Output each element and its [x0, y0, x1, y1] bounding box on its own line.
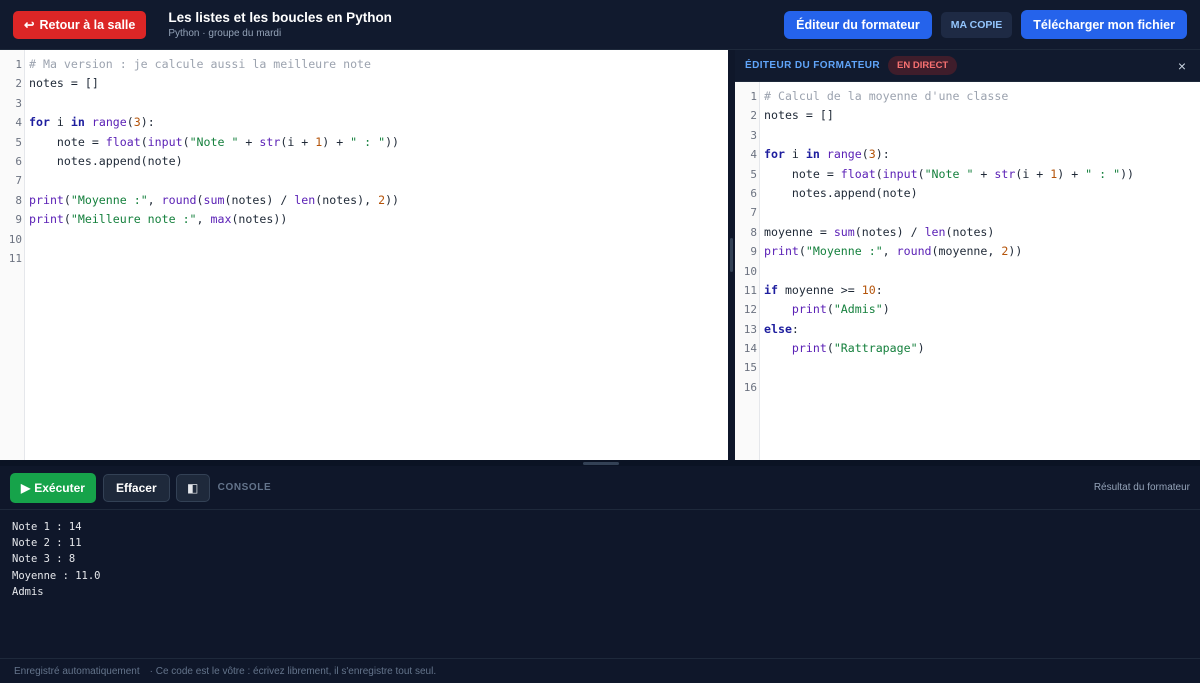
trainer-editor-button[interactable]: Éditeur du formateur	[784, 10, 932, 39]
student-code-editor[interactable]: 1 # Ma version : je calcule aussi la meil…	[0, 50, 728, 460]
code-line[interactable]: # Ma version : je calcule aussi la meill…	[29, 55, 371, 74]
code-line[interactable]: notes.append(note)	[29, 152, 183, 171]
autosave-status: Enregistré automatiquement	[14, 665, 140, 677]
panel-toggle-icon[interactable]: ◧	[175, 473, 210, 502]
run-button-label: Exécuter	[34, 480, 85, 495]
line-number: 1	[750, 90, 757, 103]
code-line: if moyenne >= 10:	[764, 282, 883, 297]
output-line: Moyenne : 11.0	[12, 569, 101, 582]
line-number: 11	[8, 251, 22, 265]
top-actions: Éditeur du formateur MA COPIE Télécharge…	[784, 10, 1187, 39]
code-line: notes = []	[764, 108, 834, 123]
code-line: notes.append(note)	[764, 185, 918, 200]
line-number: 4	[750, 148, 757, 162]
vertical-splitter[interactable]	[728, 50, 735, 460]
line-number: 4	[15, 116, 22, 130]
output-line: Note 2 : 11	[12, 537, 82, 550]
line-number: 2	[15, 77, 22, 91]
line-number: 5	[750, 167, 757, 181]
title-block: Les listes et les boucles en Python Pyth…	[168, 10, 392, 39]
line-number: 5	[15, 135, 22, 149]
code-line: # Calcul de la moyenne d'une classe	[764, 89, 1009, 103]
code-line: else:	[764, 321, 799, 336]
line-number: 8	[15, 193, 22, 207]
console-toolbar: ▶ Exécuter Effacer ◧ CONSOLE Résultat du…	[0, 466, 1200, 510]
code-lines: 1 # Calcul de la moyenne d'une classe 2 no…	[735, 87, 1200, 397]
download-file-button[interactable]: Télécharger mon fichier	[1021, 10, 1187, 39]
line-number: 13	[743, 322, 757, 336]
code-line: moyenne = sum(notes) / len(notes)	[764, 224, 995, 239]
code-line: print("Admis")	[791, 302, 890, 317]
output-line: Admis	[12, 585, 44, 598]
line-number: 1	[15, 58, 22, 71]
line-number: 16	[743, 380, 757, 394]
line-number: 10	[743, 264, 757, 278]
clear-button[interactable]: Effacer	[102, 473, 170, 502]
line-number: 2	[750, 109, 757, 123]
code-line[interactable]: note = float(input("Note " + str(i + 1) …	[29, 133, 399, 152]
code-line[interactable]: print("Meilleure note :", max(notes))	[29, 210, 287, 229]
line-number: 3	[15, 96, 22, 110]
line-number: 8	[750, 225, 757, 239]
code-line: note = float(input("Note " + str(i + 1) …	[764, 166, 1135, 181]
status-footer: Enregistré automatiquement · Ce code est…	[0, 658, 1200, 683]
close-icon[interactable]: ×	[1178, 58, 1190, 74]
play-icon: ▶	[21, 480, 31, 495]
code-line: for i in range(3):	[764, 147, 890, 162]
code-line[interactable]: print("Moyenne :", round(sum(notes) / le…	[29, 191, 399, 210]
line-number: 9	[15, 213, 22, 227]
console-output: Note 1 : 14 Note 2 : 11 Note 3 : 8 Moyen…	[12, 519, 101, 600]
line-number: 15	[743, 361, 757, 375]
undo-arrow-icon: ↩	[24, 18, 35, 32]
live-badge: EN DIRECT	[888, 56, 958, 75]
line-number: 3	[750, 128, 757, 142]
output-line: Note 3 : 8	[12, 553, 76, 566]
code-line[interactable]: for i in range(3):	[29, 113, 155, 132]
my-copy-badge: MA COPIE	[940, 11, 1013, 38]
line-number: 12	[743, 303, 757, 317]
line-number: 6	[750, 186, 757, 200]
console-label: CONSOLE	[217, 482, 272, 493]
page-title: Les listes et les boucles en Python	[168, 10, 392, 25]
trainer-editor-panel: ÉDITEUR DU FORMATEUR EN DIRECT × 1 # Calc…	[735, 50, 1200, 460]
splitter-grip[interactable]	[583, 462, 619, 465]
trainer-panel-title: ÉDITEUR DU FORMATEUR	[745, 60, 881, 71]
trainer-result-label[interactable]: Résultat du formateur	[1094, 482, 1190, 493]
back-button-label: Retour à la salle	[39, 17, 136, 32]
line-number: 7	[750, 206, 757, 220]
code-line[interactable]: notes = []	[29, 74, 99, 93]
code-lines: 1 # Ma version : je calcule aussi la meil…	[0, 55, 728, 268]
page-subtitle: Python · groupe du mardi	[168, 28, 282, 39]
line-number: 9	[750, 245, 757, 259]
code-line: print("Moyenne :", round(moyenne, 2))	[764, 244, 1023, 259]
trainer-code-view: 1 # Calcul de la moyenne d'une classe 2 no…	[735, 82, 1200, 460]
trainer-panel-header: ÉDITEUR DU FORMATEUR EN DIRECT ×	[735, 50, 1200, 82]
splitter-grip[interactable]	[730, 238, 733, 272]
run-button[interactable]: ▶ Exécuter	[10, 472, 96, 503]
code-line: print("Rattrapage")	[791, 341, 925, 356]
top-bar: ↩ Retour à la salle Les listes et les bo…	[0, 0, 1200, 50]
line-number: 6	[15, 154, 22, 168]
back-to-room-button[interactable]: ↩ Retour à la salle	[13, 10, 147, 39]
output-line: Note 1 : 14	[12, 521, 82, 533]
line-number: 14	[743, 342, 757, 356]
line-number: 7	[15, 174, 22, 188]
line-number: 10	[8, 232, 22, 246]
line-number: 11	[743, 283, 757, 297]
footer-note: · Ce code est le vôtre : écrivez libreme…	[149, 665, 437, 677]
